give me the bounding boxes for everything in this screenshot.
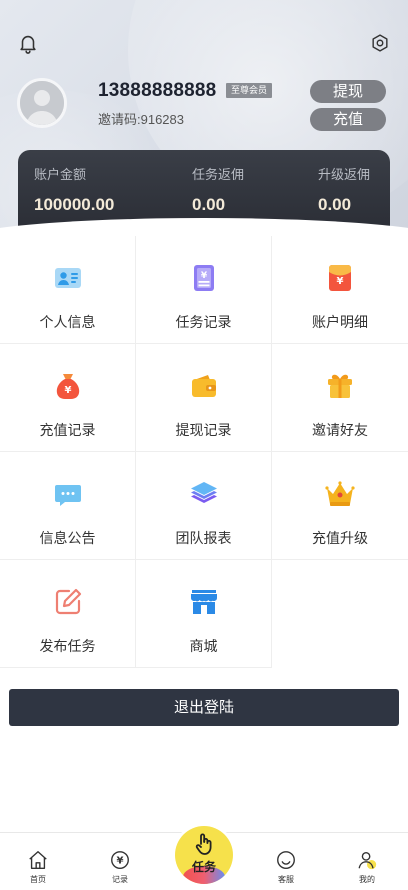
- invite-code: 邀请码:916283: [98, 112, 184, 127]
- balance-label: 升级返佣: [318, 167, 371, 182]
- edit-icon: [55, 588, 81, 615]
- vip-badge: 至尊会员: [226, 83, 273, 98]
- tab-task[interactable]: 任务: [175, 826, 233, 884]
- yen-circle-icon: ¥: [111, 851, 129, 869]
- balance-account: 账户金额 100000.00: [34, 164, 114, 215]
- smile-icon: [277, 851, 295, 869]
- layers-icon: [190, 482, 217, 503]
- user-phone: 13888888888: [98, 80, 217, 101]
- menu-item-label: 个人信息: [39, 314, 96, 330]
- tap-hand-icon: [195, 833, 212, 855]
- logout-button[interactable]: 退出登陆: [9, 689, 399, 726]
- menu-item-recharge-records[interactable]: ¥ 充值记录: [0, 344, 136, 452]
- tab-mine[interactable]: 我的: [337, 849, 397, 885]
- svg-text:¥: ¥: [64, 385, 71, 396]
- menu-item-label: 任务记录: [175, 314, 232, 330]
- balance-label: 账户金额: [34, 167, 87, 182]
- avatar[interactable]: [17, 78, 67, 128]
- tab-label: 客服: [278, 875, 294, 884]
- menu-item-label: 提现记录: [175, 422, 232, 438]
- menu-item-label: 充值记录: [39, 422, 96, 438]
- menu-item-label: 信息公告: [39, 530, 96, 546]
- menu-item-label: 商城: [189, 638, 218, 654]
- shop-icon: [190, 590, 217, 614]
- settings-icon[interactable]: [370, 33, 390, 53]
- menu-item-account-details[interactable]: ¥ 账户明细: [272, 236, 408, 344]
- tab-label: 首页: [30, 875, 46, 884]
- withdraw-button[interactable]: 提现: [310, 80, 386, 103]
- menu-item-announcements[interactable]: 信息公告: [0, 452, 136, 560]
- balance-value: 100000.00: [34, 195, 115, 214]
- tab-home[interactable]: 首页: [8, 849, 68, 885]
- document-icon: ¥: [193, 265, 214, 291]
- tab-label: 我的: [359, 875, 375, 884]
- menu-item-upgrade[interactable]: 充值升级: [272, 452, 408, 560]
- menu-item-label: 团队报表: [175, 530, 232, 546]
- balance-value: 0.00: [318, 195, 352, 214]
- svg-text:¥: ¥: [337, 276, 344, 287]
- menu-item-withdraw-records[interactable]: 提现记录: [136, 344, 272, 452]
- recharge-button[interactable]: 充值: [310, 108, 386, 131]
- id-card-icon: [54, 268, 81, 288]
- tab-customer-service[interactable]: 客服: [256, 849, 316, 885]
- menu-item-label: 账户明细: [312, 314, 368, 330]
- money-bag-icon: ¥: [56, 374, 79, 399]
- tab-records[interactable]: ¥ 记录: [90, 849, 150, 885]
- menu-item-task-records[interactable]: ¥ 任务记录: [136, 236, 272, 344]
- menu-item-invite-friends[interactable]: 邀请好友: [272, 344, 408, 452]
- menu-item-team-report[interactable]: 团队报表: [136, 452, 272, 560]
- gift-icon: [328, 374, 352, 398]
- tab-label: 记录: [112, 875, 128, 884]
- svg-text:¥: ¥: [116, 856, 123, 867]
- bell-icon[interactable]: [17, 32, 39, 54]
- message-icon: [54, 485, 81, 506]
- balance-upgrade-commission: 升级返佣 0.00: [318, 164, 370, 215]
- menu-item-label: 充值升级: [312, 530, 368, 546]
- wallet-icon: [191, 375, 216, 397]
- tab-label: 任务: [191, 860, 216, 874]
- user-icon: [358, 851, 377, 870]
- balance-value: 0.00: [192, 195, 226, 214]
- avatar-placeholder-icon: [20, 81, 64, 125]
- balance-label: 任务返佣: [192, 167, 245, 182]
- crown-icon: [325, 481, 355, 506]
- svg-text:¥: ¥: [200, 271, 207, 281]
- home-icon: [29, 851, 47, 869]
- menu-item-shop[interactable]: 商城: [136, 560, 272, 668]
- menu-item-personal-info[interactable]: 个人信息: [0, 236, 136, 344]
- profile-header: 13888888888 至尊会员 邀请码:916283 提现 充值 账户金额 1…: [0, 0, 408, 240]
- menu-item-label: 邀请好友: [312, 422, 368, 438]
- menu-item-publish-task[interactable]: 发布任务: [0, 560, 136, 668]
- red-envelope-icon: ¥: [329, 265, 351, 291]
- menu-item-label: 发布任务: [39, 638, 96, 654]
- balance-task-commission: 任务返佣 0.00: [192, 164, 244, 215]
